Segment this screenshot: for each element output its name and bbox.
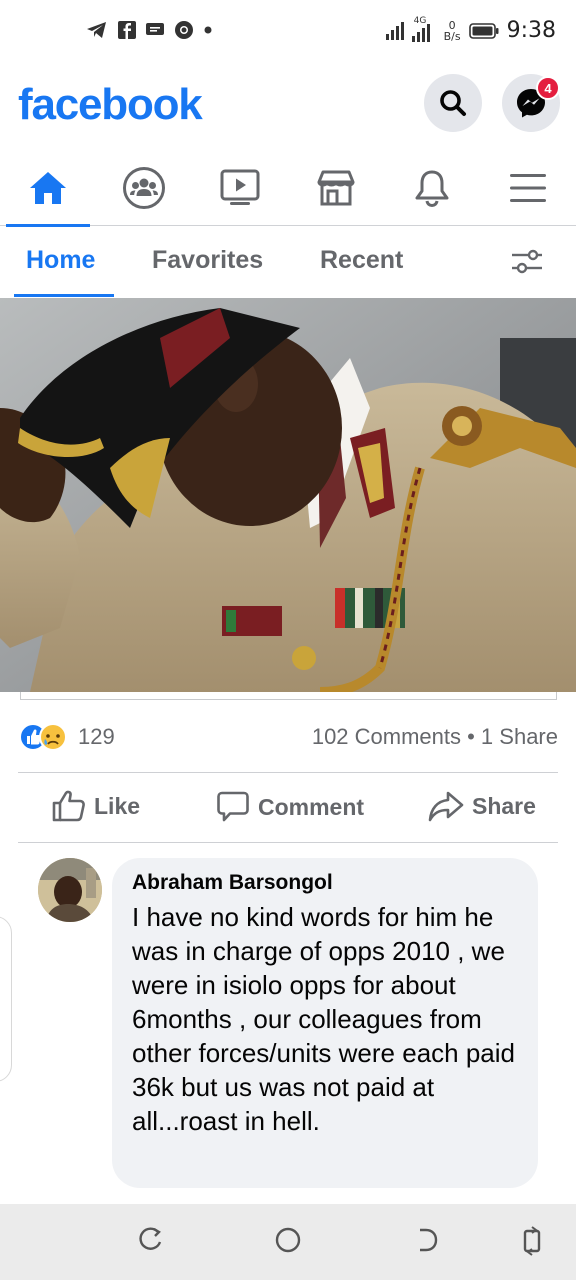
network-speed: 0 B/s xyxy=(444,20,461,42)
network-speed-value: 0 xyxy=(448,18,456,32)
facebook-notification-icon xyxy=(118,21,136,39)
signal-icon xyxy=(385,21,404,40)
like-button[interactable]: Like xyxy=(52,790,140,822)
network-speed-unit: B/s xyxy=(443,29,461,43)
feed-filter-bar: Home Favorites Recent xyxy=(0,226,576,298)
battery-icon xyxy=(468,22,499,39)
android-navigation-bar xyxy=(0,1204,576,1280)
nav-marketplace[interactable] xyxy=(288,150,384,226)
thumbs-up-icon xyxy=(52,790,85,822)
messenger-button[interactable]: 4 xyxy=(502,74,560,132)
marketplace-icon xyxy=(317,170,355,206)
home-circle-icon[interactable] xyxy=(274,1226,302,1254)
recent-apps-icon[interactable] xyxy=(520,1226,544,1256)
like-label: Like xyxy=(94,792,141,819)
comment-bubble[interactable]: Abraham Barsongol I have no kind words f… xyxy=(112,858,538,1188)
comment-label: Comment xyxy=(258,793,365,820)
comment-icon xyxy=(217,791,249,822)
status-notification-icons xyxy=(86,20,212,40)
post-reactions-row[interactable]: 129 102 Comments • 1 Share xyxy=(18,718,558,758)
filter-tab-recent[interactable]: Recent xyxy=(320,246,403,275)
notifications-icon xyxy=(415,170,449,208)
post-photo-illustration xyxy=(0,298,576,692)
back-icon[interactable] xyxy=(412,1226,440,1254)
commenter-avatar-image xyxy=(38,858,102,922)
nav-notifications[interactable] xyxy=(384,150,480,226)
filter-tab-home[interactable]: Home xyxy=(26,246,95,275)
menu-icon xyxy=(510,174,546,202)
avatar[interactable] xyxy=(38,858,102,922)
groups-icon xyxy=(123,167,165,209)
nav-groups[interactable] xyxy=(96,150,192,226)
edge-panel-handle[interactable] xyxy=(0,916,12,1082)
sliders-icon xyxy=(512,249,542,274)
status-bar: 4G 0 B/s 9:38 xyxy=(0,0,576,64)
watch-icon xyxy=(220,169,260,205)
share-icon xyxy=(428,791,464,822)
divider xyxy=(18,842,558,843)
message-icon xyxy=(146,23,164,35)
search-icon xyxy=(440,90,466,116)
app-header: facebook 4 xyxy=(0,70,576,145)
share-button[interactable]: Share xyxy=(428,790,536,822)
post-actions: Like Comment Share xyxy=(0,780,576,840)
comment-button[interactable]: Comment xyxy=(216,790,364,824)
like-sad-reactions-icon xyxy=(19,723,67,751)
reaction-count: 129 xyxy=(78,724,115,749)
comment-text: I have no kind words for him he was in c… xyxy=(132,902,515,1136)
share-label: Share xyxy=(472,792,536,819)
main-nav xyxy=(0,150,576,227)
signal-2-icon xyxy=(411,23,430,42)
more-notifications-dot-icon xyxy=(204,26,212,34)
chrome-icon xyxy=(175,21,193,39)
facebook-logo[interactable]: facebook xyxy=(18,80,203,130)
telegram-icon xyxy=(87,22,106,38)
search-button[interactable] xyxy=(424,74,482,132)
nav-menu[interactable] xyxy=(480,150,576,226)
active-filter-indicator xyxy=(14,294,114,297)
nav-watch[interactable] xyxy=(192,150,288,226)
divider xyxy=(18,772,558,773)
messenger-badge: 4 xyxy=(536,76,560,100)
status-system-icons: 4G 0 B/s 9:38 xyxy=(385,16,556,43)
rotate-icon[interactable] xyxy=(136,1226,164,1254)
comment-author[interactable]: Abraham Barsongol xyxy=(132,870,518,896)
comments-shares-count[interactable]: 102 Comments • 1 Share xyxy=(312,724,558,750)
post-image-frame xyxy=(20,692,557,700)
nav-home[interactable] xyxy=(0,150,96,227)
filter-tab-favorites[interactable]: Favorites xyxy=(152,246,263,275)
status-time: 9:38 xyxy=(506,18,556,43)
feed-settings-button[interactable] xyxy=(510,246,544,283)
home-icon xyxy=(30,172,66,204)
mobile-data-indicator: 4G xyxy=(411,16,436,42)
post-photo[interactable] xyxy=(0,298,576,692)
